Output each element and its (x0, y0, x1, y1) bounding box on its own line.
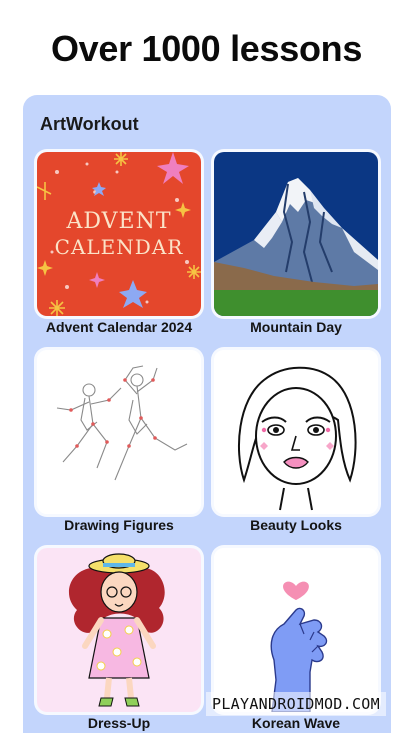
finger-heart-illustration (214, 548, 378, 712)
drawing-figures-thumbnail (37, 350, 201, 514)
korean-wave-thumbnail (214, 548, 378, 712)
advent-thumb-text-1: ADVENT (65, 209, 171, 234)
dress-up-thumbnail (37, 548, 201, 712)
app-name: ArtWorkout (40, 114, 139, 134)
dress-up-illustration (37, 548, 201, 712)
advent-thumb-text-2: CALENDAR (55, 235, 184, 259)
advent-calendar-thumbnail: ADVENT CALENDAR (37, 152, 201, 316)
figures-sketch-illustration (37, 350, 201, 514)
advent-calendar-illustration: ADVENT CALENDAR (37, 152, 201, 316)
face-illustration (214, 350, 378, 514)
watermark: PLAYANDROIDMOD.COM (206, 692, 386, 716)
lesson-title: Mountain Day (250, 319, 342, 335)
lesson-title: Beauty Looks (250, 517, 342, 533)
headline: Over 1000 lessons (50, 28, 363, 69)
mountain-illustration (214, 152, 378, 316)
beauty-looks-thumbnail (214, 350, 378, 514)
lesson-title: Korean Wave (251, 715, 341, 731)
lessons-panel: ArtWorkout ADVENT CALENDAR Advent Calend… (23, 95, 391, 733)
lesson-title: Dress-Up (87, 715, 151, 731)
mountain-day-thumbnail (214, 152, 378, 316)
lesson-title: Drawing Figures (64, 517, 174, 533)
lesson-title: Advent Calendar 2024 (45, 319, 193, 335)
